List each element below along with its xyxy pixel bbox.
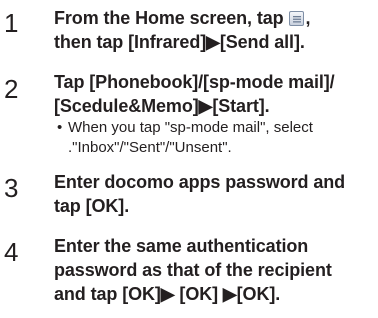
step-number: 2 [4,74,19,104]
step-text-line: [Scedule&Memo]▶[Start]. [54,96,270,116]
step-text-line: and tap [OK]▶ [OK] ▶[OK]. [54,284,281,304]
step-text-line: then tap [Infrared]▶[Send all]. [54,32,305,52]
step-text-line: From the Home screen, tap , [54,6,310,30]
step-text-line: tap [OK]. [54,196,130,216]
step-text-before-icon: From the Home screen, tap [54,8,289,28]
instruction-page: 1 From the Home screen, tap , then tap [… [0,0,378,318]
step-number: 4 [4,237,19,267]
note-text-line: When you tap "sp-mode mail", select [68,119,313,136]
step-text-line: Enter the same authentication [54,236,309,256]
step-number: 3 [4,173,19,203]
step-text-line: Enter docomo apps password and [54,172,346,192]
note-bullet: • [57,119,63,136]
step-text-line: Tap [Phonebook]/[sp-mode mail]/ [54,72,335,92]
step-text-line: password as that of the recipient [54,260,332,280]
step-number: 1 [4,8,19,38]
menu-icon [289,11,305,26]
step-text-after-icon: , [305,8,311,28]
note-text-line: ."Inbox"/"Sent"/"Unsent". [68,139,232,156]
